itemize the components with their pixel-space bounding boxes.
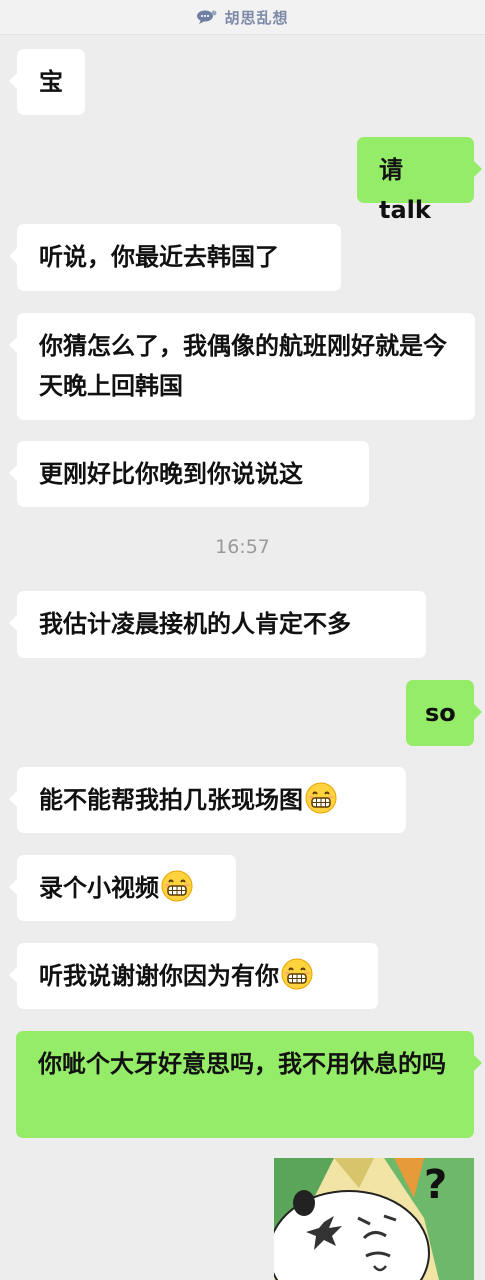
message-bubble-sent[interactable]: 请 talk (357, 137, 482, 224)
message-bubble-received[interactable]: 更刚好比你晚到你说说这 (9, 441, 369, 507)
chat-title: 胡思乱想 (224, 8, 289, 27)
message-bubble-received[interactable]: 我估计凌晨接机的人肯定不多 (9, 591, 426, 658)
message-bubble-received[interactable]: 听说，你最近去韩国了 (9, 224, 341, 291)
message-text: 宝 (39, 68, 63, 96)
message-text: 你猜怎么了，我偶像的航班刚好就是今天晚上回韩国 (39, 332, 447, 400)
message-bubble-received[interactable]: 录个小视频 (9, 855, 236, 921)
message-bubble-received[interactable]: 听我说谢谢你因为有你 (9, 943, 378, 1009)
speech-bubble-icon (197, 10, 217, 24)
message-timestamp: 16:57 (215, 536, 270, 558)
message-bubble-received[interactable]: 能不能帮我拍几张现场图 (9, 767, 406, 833)
grin-emoji-icon (281, 958, 313, 990)
message-text: 听说，你最近去韩国了 (39, 243, 279, 271)
message-text: 录个小视频 (39, 874, 159, 902)
message-text: 请 talk (379, 156, 431, 224)
meme-sticker-image[interactable]: ? (274, 1158, 474, 1280)
message-bubble-sent[interactable]: 你呲个大牙好意思吗，我不用休息的吗 (16, 1031, 482, 1138)
message-text: so (425, 699, 456, 727)
message-bubble-received[interactable]: 你猜怎么了，我偶像的航班刚好就是今天晚上回韩国 (9, 313, 475, 420)
message-bubble-received[interactable]: 宝 (9, 49, 85, 115)
message-text: 我估计凌晨接机的人肯定不多 (39, 610, 351, 638)
message-text: 能不能帮我拍几张现场图 (39, 786, 303, 814)
grin-emoji-icon (305, 782, 337, 814)
message-bubble-sent[interactable]: so (406, 680, 482, 746)
grin-emoji-icon (161, 870, 193, 902)
message-text: 听我说谢谢你因为有你 (39, 962, 279, 990)
meme-sticker-art: ? (274, 1158, 474, 1280)
message-text: 更刚好比你晚到你说说这 (39, 460, 303, 488)
message-text: 你呲个大牙好意思吗，我不用休息的吗 (38, 1050, 446, 1078)
chat-header: 胡思乱想 (0, 0, 485, 35)
sticker-question-mark: ? (424, 1162, 447, 1208)
